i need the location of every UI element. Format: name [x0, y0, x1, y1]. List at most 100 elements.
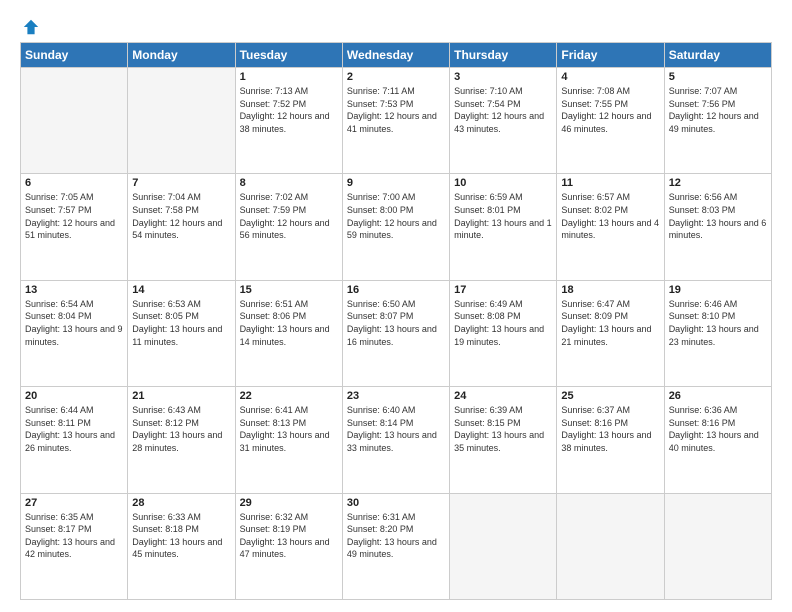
day-number: 25: [561, 390, 659, 402]
day-info: Sunrise: 7:04 AM Sunset: 7:58 PM Dayligh…: [132, 191, 230, 241]
day-number: 22: [240, 390, 338, 402]
calendar-cell: 4 Sunrise: 7:08 AM Sunset: 7:55 PM Daylig…: [557, 68, 664, 174]
calendar-week-0: 1 Sunrise: 7:13 AM Sunset: 7:52 PM Daylig…: [21, 68, 772, 174]
day-number: 7: [132, 177, 230, 189]
day-info: Sunrise: 7:02 AM Sunset: 7:59 PM Dayligh…: [240, 191, 338, 241]
calendar-cell: 1 Sunrise: 7:13 AM Sunset: 7:52 PM Daylig…: [235, 68, 342, 174]
day-info: Sunrise: 6:51 AM Sunset: 8:06 PM Dayligh…: [240, 298, 338, 348]
calendar-cell: 12 Sunrise: 6:56 AM Sunset: 8:03 PM Dayli…: [664, 174, 771, 280]
day-number: 21: [132, 390, 230, 402]
day-info: Sunrise: 6:35 AM Sunset: 8:17 PM Dayligh…: [25, 511, 123, 561]
calendar-cell: 6Sunrise: 7:05 AM Sunset: 7:57 PM Daylig…: [21, 174, 128, 280]
calendar-cell: 28 Sunrise: 6:33 AM Sunset: 8:18 PM Dayli…: [128, 493, 235, 599]
header: [20, 18, 772, 32]
calendar-cell: [664, 493, 771, 599]
calendar-cell: [21, 68, 128, 174]
day-number: 5: [669, 71, 767, 83]
day-number: 29: [240, 497, 338, 509]
day-info: Sunrise: 6:46 AM Sunset: 8:10 PM Dayligh…: [669, 298, 767, 348]
calendar-cell: 7 Sunrise: 7:04 AM Sunset: 7:58 PM Daylig…: [128, 174, 235, 280]
day-info: Sunrise: 6:47 AM Sunset: 8:09 PM Dayligh…: [561, 298, 659, 348]
day-info: Sunrise: 6:49 AM Sunset: 8:08 PM Dayligh…: [454, 298, 552, 348]
day-info: Sunrise: 7:13 AM Sunset: 7:52 PM Dayligh…: [240, 85, 338, 135]
page: SundayMondayTuesdayWednesdayThursdayFrid…: [0, 0, 792, 612]
logo: [20, 18, 40, 32]
calendar-cell: 2Sunrise: 7:11 AM Sunset: 7:53 PM Daylig…: [342, 68, 449, 174]
day-info: Sunrise: 7:10 AM Sunset: 7:54 PM Dayligh…: [454, 85, 552, 135]
day-info: Sunrise: 7:11 AM Sunset: 7:53 PM Dayligh…: [347, 85, 445, 135]
day-info: Sunrise: 6:56 AM Sunset: 8:03 PM Dayligh…: [669, 191, 767, 241]
day-number: 28: [132, 497, 230, 509]
day-info: Sunrise: 6:39 AM Sunset: 8:15 PM Dayligh…: [454, 404, 552, 454]
day-number: 17: [454, 284, 552, 296]
day-number: 8: [240, 177, 338, 189]
calendar-cell: [450, 493, 557, 599]
calendar-dow-monday: Monday: [128, 43, 235, 68]
day-info: Sunrise: 6:50 AM Sunset: 8:07 PM Dayligh…: [347, 298, 445, 348]
calendar-dow-thursday: Thursday: [450, 43, 557, 68]
calendar-cell: 23 Sunrise: 6:40 AM Sunset: 8:14 PM Dayli…: [342, 387, 449, 493]
day-info: Sunrise: 6:40 AM Sunset: 8:14 PM Dayligh…: [347, 404, 445, 454]
day-number: 3: [454, 71, 552, 83]
calendar-cell: 19 Sunrise: 6:46 AM Sunset: 8:10 PM Dayli…: [664, 280, 771, 386]
day-number: 10: [454, 177, 552, 189]
calendar-cell: 8 Sunrise: 7:02 AM Sunset: 7:59 PM Daylig…: [235, 174, 342, 280]
calendar-week-1: 6Sunrise: 7:05 AM Sunset: 7:57 PM Daylig…: [21, 174, 772, 280]
day-number: 23: [347, 390, 445, 402]
day-number: 20: [25, 390, 123, 402]
calendar-week-2: 13 Sunrise: 6:54 AM Sunset: 8:04 PM Dayli…: [21, 280, 772, 386]
calendar-cell: 20 Sunrise: 6:44 AM Sunset: 8:11 PM Dayli…: [21, 387, 128, 493]
day-info: Sunrise: 6:37 AM Sunset: 8:16 PM Dayligh…: [561, 404, 659, 454]
day-number: 13: [25, 284, 123, 296]
day-number: 18: [561, 284, 659, 296]
calendar-cell: 10Sunrise: 6:59 AM Sunset: 8:01 PM Dayli…: [450, 174, 557, 280]
day-info: Sunrise: 6:31 AM Sunset: 8:20 PM Dayligh…: [347, 511, 445, 561]
calendar: SundayMondayTuesdayWednesdayThursdayFrid…: [20, 42, 772, 600]
calendar-dow-sunday: Sunday: [21, 43, 128, 68]
day-info: Sunrise: 6:32 AM Sunset: 8:19 PM Dayligh…: [240, 511, 338, 561]
calendar-cell: 18 Sunrise: 6:47 AM Sunset: 8:09 PM Dayli…: [557, 280, 664, 386]
calendar-cell: 9 Sunrise: 7:00 AM Sunset: 8:00 PM Daylig…: [342, 174, 449, 280]
day-number: 12: [669, 177, 767, 189]
calendar-dow-friday: Friday: [557, 43, 664, 68]
calendar-week-3: 20 Sunrise: 6:44 AM Sunset: 8:11 PM Dayli…: [21, 387, 772, 493]
calendar-cell: 5Sunrise: 7:07 AM Sunset: 7:56 PM Daylig…: [664, 68, 771, 174]
day-info: Sunrise: 6:43 AM Sunset: 8:12 PM Dayligh…: [132, 404, 230, 454]
day-number: 19: [669, 284, 767, 296]
day-number: 11: [561, 177, 659, 189]
day-number: 6: [25, 177, 123, 189]
day-number: 9: [347, 177, 445, 189]
calendar-cell: 11 Sunrise: 6:57 AM Sunset: 8:02 PM Dayli…: [557, 174, 664, 280]
day-info: Sunrise: 7:08 AM Sunset: 7:55 PM Dayligh…: [561, 85, 659, 135]
day-number: 1: [240, 71, 338, 83]
day-info: Sunrise: 6:54 AM Sunset: 8:04 PM Dayligh…: [25, 298, 123, 348]
calendar-cell: 15 Sunrise: 6:51 AM Sunset: 8:06 PM Dayli…: [235, 280, 342, 386]
calendar-cell: 14 Sunrise: 6:53 AM Sunset: 8:05 PM Dayli…: [128, 280, 235, 386]
calendar-cell: 3 Sunrise: 7:10 AM Sunset: 7:54 PM Daylig…: [450, 68, 557, 174]
day-number: 16: [347, 284, 445, 296]
calendar-cell: 16 Sunrise: 6:50 AM Sunset: 8:07 PM Dayli…: [342, 280, 449, 386]
calendar-dow-saturday: Saturday: [664, 43, 771, 68]
day-info: Sunrise: 7:00 AM Sunset: 8:00 PM Dayligh…: [347, 191, 445, 241]
calendar-cell: 30 Sunrise: 6:31 AM Sunset: 8:20 PM Dayli…: [342, 493, 449, 599]
day-info: Sunrise: 6:57 AM Sunset: 8:02 PM Dayligh…: [561, 191, 659, 241]
calendar-cell: 24 Sunrise: 6:39 AM Sunset: 8:15 PM Dayli…: [450, 387, 557, 493]
day-info: Sunrise: 6:53 AM Sunset: 8:05 PM Dayligh…: [132, 298, 230, 348]
calendar-week-4: 27Sunrise: 6:35 AM Sunset: 8:17 PM Dayli…: [21, 493, 772, 599]
calendar-dow-tuesday: Tuesday: [235, 43, 342, 68]
calendar-cell: [128, 68, 235, 174]
calendar-cell: 13 Sunrise: 6:54 AM Sunset: 8:04 PM Dayli…: [21, 280, 128, 386]
day-info: Sunrise: 6:33 AM Sunset: 8:18 PM Dayligh…: [132, 511, 230, 561]
day-number: 30: [347, 497, 445, 509]
day-info: Sunrise: 6:44 AM Sunset: 8:11 PM Dayligh…: [25, 404, 123, 454]
day-number: 14: [132, 284, 230, 296]
day-info: Sunrise: 6:36 AM Sunset: 8:16 PM Dayligh…: [669, 404, 767, 454]
day-info: Sunrise: 6:41 AM Sunset: 8:13 PM Dayligh…: [240, 404, 338, 454]
calendar-cell: 26Sunrise: 6:36 AM Sunset: 8:16 PM Dayli…: [664, 387, 771, 493]
day-number: 15: [240, 284, 338, 296]
calendar-dow-wednesday: Wednesday: [342, 43, 449, 68]
logo-icon: [22, 18, 40, 36]
day-number: 24: [454, 390, 552, 402]
calendar-cell: 22 Sunrise: 6:41 AM Sunset: 8:13 PM Dayli…: [235, 387, 342, 493]
day-number: 4: [561, 71, 659, 83]
